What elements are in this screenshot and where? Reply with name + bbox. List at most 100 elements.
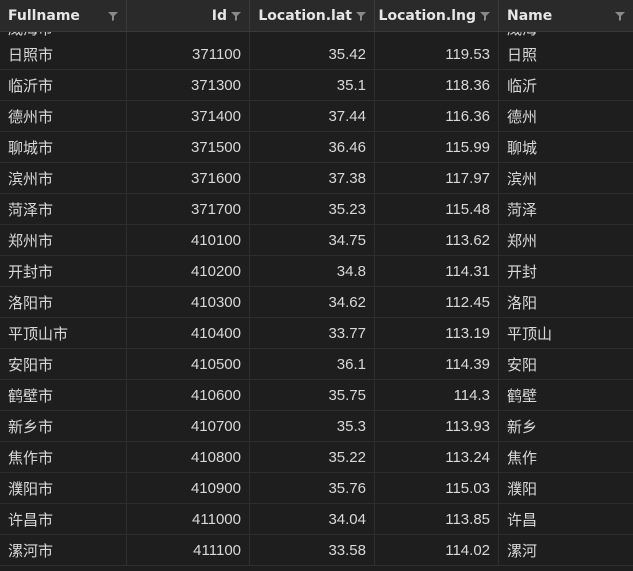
filter-icon[interactable]: [356, 11, 366, 21]
table-row[interactable]: 新乡市 410700 35.3 113.93 新乡: [0, 411, 633, 442]
cell-fullname[interactable]: 菏泽市: [0, 194, 127, 224]
filter-icon[interactable]: [231, 11, 241, 21]
cell-fullname[interactable]: 开封市: [0, 256, 127, 286]
cell-fullname[interactable]: 新乡市: [0, 411, 127, 441]
cell-lat[interactable]: 35.75: [250, 380, 375, 410]
cell-lat[interactable]: 35.3: [250, 411, 375, 441]
filter-icon[interactable]: [480, 11, 490, 21]
cell-lng[interactable]: 118.36: [375, 70, 499, 100]
column-header-location-lat[interactable]: Location.lat: [250, 0, 375, 31]
table-row[interactable]: 日照市 371100 35.42 119.53 日照: [0, 39, 633, 70]
cell-lng[interactable]: 114.3: [375, 380, 499, 410]
cell-lat[interactable]: 35.1: [250, 70, 375, 100]
cell-fullname[interactable]: 洛阳市: [0, 287, 127, 317]
column-header-id[interactable]: Id: [127, 0, 250, 31]
cell-name[interactable]: 临沂: [499, 70, 633, 100]
cell-name[interactable]: 德州: [499, 101, 633, 131]
cell-lng[interactable]: 115.99: [375, 132, 499, 162]
column-header-name[interactable]: Name: [499, 0, 633, 31]
cell-lat[interactable]: 34.75: [250, 225, 375, 255]
cell-id[interactable]: 410300: [127, 287, 250, 317]
cell-id[interactable]: 371500: [127, 132, 250, 162]
cell-lng[interactable]: 114.39: [375, 349, 499, 379]
cell-id[interactable]: 410700: [127, 411, 250, 441]
cell-fullname[interactable]: 漯河市: [0, 535, 127, 565]
table-row[interactable]: 开封市 410200 34.8 114.31 开封: [0, 256, 633, 287]
cell-name[interactable]: 平顶山: [499, 318, 633, 348]
table-row[interactable]: 许昌市 411000 34.04 113.85 许昌: [0, 504, 633, 535]
cell-id[interactable]: 371700: [127, 194, 250, 224]
cell-fullname[interactable]: 平顶山市: [0, 318, 127, 348]
filter-icon[interactable]: [108, 11, 118, 21]
table-row[interactable]: 焦作市 410800 35.22 113.24 焦作: [0, 442, 633, 473]
cell-fullname[interactable]: 鹤壁市: [0, 380, 127, 410]
table-row[interactable]: 安阳市 410500 36.1 114.39 安阳: [0, 349, 633, 380]
cell-fullname[interactable]: 许昌市: [0, 504, 127, 534]
cell-id[interactable]: 371100: [127, 39, 250, 69]
cell-lat[interactable]: 33.58: [250, 535, 375, 565]
cell-lng[interactable]: 117.97: [375, 163, 499, 193]
cell-name[interactable]: 聊城: [499, 132, 633, 162]
cell-name[interactable]: 日照: [499, 39, 633, 69]
cell-name[interactable]: 郑州: [499, 225, 633, 255]
table-row[interactable]: 德州市 371400 37.44 116.36 德州: [0, 101, 633, 132]
cell-lng[interactable]: 113.24: [375, 442, 499, 472]
cell-name[interactable]: 开封: [499, 256, 633, 286]
cell-name[interactable]: 濮阳: [499, 473, 633, 503]
table-row[interactable]: 菏泽市 371700 35.23 115.48 菏泽: [0, 194, 633, 225]
cell-name[interactable]: 滨州: [499, 163, 633, 193]
cell-fullname[interactable]: 濮阳市: [0, 473, 127, 503]
cell-id[interactable]: 410500: [127, 349, 250, 379]
cell-name[interactable]: 漯河: [499, 535, 633, 565]
cell-lng[interactable]: 115.03: [375, 473, 499, 503]
table-row[interactable]: 濮阳市 410900 35.76 115.03 濮阳: [0, 473, 633, 504]
cell-name[interactable]: 洛阳: [499, 287, 633, 317]
cell-id[interactable]: 410800: [127, 442, 250, 472]
cell-lng[interactable]: 113.62: [375, 225, 499, 255]
cell-lng[interactable]: 119.53: [375, 39, 499, 69]
cell-lng[interactable]: 113.19: [375, 318, 499, 348]
cell-lng[interactable]: 115.48: [375, 194, 499, 224]
filter-icon[interactable]: [615, 11, 625, 21]
cell-fullname[interactable]: 郑州市: [0, 225, 127, 255]
column-header-fullname[interactable]: Fullname: [0, 0, 127, 31]
cell-fullname[interactable]: 临沂市: [0, 70, 127, 100]
cell-fullname[interactable]: 聊城市: [0, 132, 127, 162]
cell-name[interactable]: 焦作: [499, 442, 633, 472]
cell-id[interactable]: 371300: [127, 70, 250, 100]
cell-id[interactable]: 371400: [127, 101, 250, 131]
cell-name[interactable]: 新乡: [499, 411, 633, 441]
cell-lng[interactable]: 114.02: [375, 535, 499, 565]
cell-lat[interactable]: 35.76: [250, 473, 375, 503]
cell-fullname[interactable]: 德州市: [0, 101, 127, 131]
column-header-location-lng[interactable]: Location.lng: [375, 0, 499, 31]
cell-id[interactable]: 411100: [127, 535, 250, 565]
cell-lng[interactable]: 116.36: [375, 101, 499, 131]
table-row[interactable]: 漯河市 411100 33.58 114.02 漯河: [0, 535, 633, 566]
cell-name[interactable]: 菏泽: [499, 194, 633, 224]
table-row[interactable]: 鹤壁市 410600 35.75 114.3 鹤壁: [0, 380, 633, 411]
cell-lat[interactable]: 35.22: [250, 442, 375, 472]
cell-id[interactable]: 371600: [127, 163, 250, 193]
cell-lat[interactable]: 34.62: [250, 287, 375, 317]
cell-lat[interactable]: 34.04: [250, 504, 375, 534]
cell-lng[interactable]: 113.93: [375, 411, 499, 441]
table-row[interactable]: 临沂市 371300 35.1 118.36 临沂: [0, 70, 633, 101]
table-row[interactable]: 聊城市 371500 36.46 115.99 聊城: [0, 132, 633, 163]
cell-lng[interactable]: 114.31: [375, 256, 499, 286]
cell-lat[interactable]: 36.1: [250, 349, 375, 379]
cell-lat[interactable]: 35.42: [250, 39, 375, 69]
cell-id[interactable]: 410200: [127, 256, 250, 286]
cell-id[interactable]: 411000: [127, 504, 250, 534]
cell-fullname[interactable]: 滨州市: [0, 163, 127, 193]
cell-name[interactable]: 安阳: [499, 349, 633, 379]
cell-name[interactable]: 许昌: [499, 504, 633, 534]
cell-id[interactable]: 410900: [127, 473, 250, 503]
cell-name[interactable]: 鹤壁: [499, 380, 633, 410]
cell-id[interactable]: 410600: [127, 380, 250, 410]
cell-fullname[interactable]: 安阳市: [0, 349, 127, 379]
cell-lat[interactable]: 37.44: [250, 101, 375, 131]
table-row[interactable]: 滨州市 371600 37.38 117.97 滨州: [0, 163, 633, 194]
cell-lat[interactable]: 35.23: [250, 194, 375, 224]
cell-lng[interactable]: 113.85: [375, 504, 499, 534]
